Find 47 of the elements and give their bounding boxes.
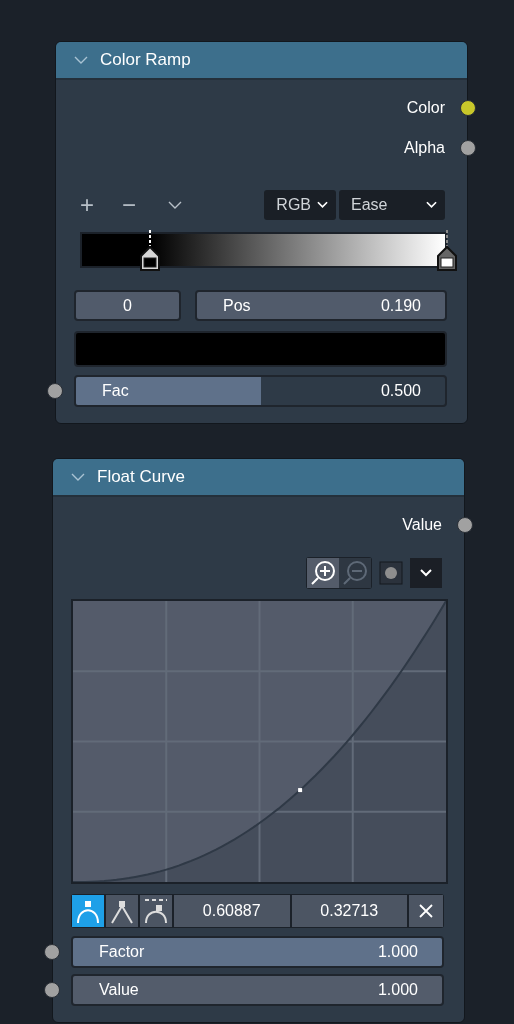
- output-label: Alpha: [404, 139, 445, 157]
- output-label: Value: [402, 516, 442, 534]
- field-label: Value: [99, 981, 139, 999]
- slider-field[interactable]: Factor 1.000: [71, 936, 444, 968]
- node-header[interactable]: Float Curve: [53, 459, 464, 497]
- delete-point-button[interactable]: [409, 895, 443, 927]
- close-icon: [418, 903, 434, 919]
- handle-type-button[interactable]: [72, 895, 104, 927]
- point-y-field[interactable]: 0.32713: [291, 895, 407, 927]
- output-label: Color: [406, 99, 445, 117]
- curve-graph[interactable]: [71, 599, 448, 884]
- remove-button[interactable]: −: [122, 191, 164, 219]
- slider-field[interactable]: Fac 0.500: [74, 375, 447, 407]
- point-x-field[interactable]: 0.60887: [174, 895, 290, 927]
- output-socket[interactable]: [457, 517, 473, 533]
- gradient-bar[interactable]: [80, 232, 447, 268]
- output-socket[interactable]: [460, 100, 476, 116]
- index-field[interactable]: 0: [74, 290, 181, 321]
- color-swatch[interactable]: [74, 331, 447, 367]
- chevron-icon[interactable]: [168, 200, 182, 210]
- node-title: Color Ramp: [100, 50, 191, 70]
- chevron-icon: [317, 201, 328, 209]
- interpolation-dropdown[interactable]: Ease: [339, 190, 445, 220]
- color-mode-dropdown[interactable]: RGB: [264, 190, 336, 220]
- node-title: Float Curve: [97, 467, 185, 487]
- field-value: 1.000: [377, 981, 418, 999]
- node-header[interactable]: Color Ramp: [56, 42, 467, 80]
- field-value: 0.190: [380, 296, 421, 315]
- handle-type-button[interactable]: [140, 895, 172, 927]
- zoom-in-icon[interactable]: [307, 558, 339, 588]
- field-label: Factor: [99, 943, 145, 961]
- chevron-icon: [426, 201, 437, 209]
- output-socket[interactable]: [460, 140, 476, 156]
- position-field[interactable]: Pos 0.190: [195, 290, 447, 321]
- input-socket[interactable]: [44, 944, 60, 960]
- add-button[interactable]: +: [80, 191, 122, 219]
- field-value: 1.000: [377, 943, 418, 961]
- handle-type-button[interactable]: [106, 895, 138, 927]
- field-label: Pos: [223, 296, 251, 315]
- stop-marker[interactable]: [436, 230, 458, 272]
- field-value: 0.500: [380, 382, 421, 400]
- chevron-icon[interactable]: [410, 558, 442, 588]
- field-label: Fac: [102, 382, 129, 400]
- number-field[interactable]: Value 1.000: [71, 974, 444, 1006]
- stop-marker[interactable]: [138, 230, 161, 272]
- input-socket[interactable]: [44, 982, 60, 998]
- input-socket[interactable]: [47, 383, 63, 399]
